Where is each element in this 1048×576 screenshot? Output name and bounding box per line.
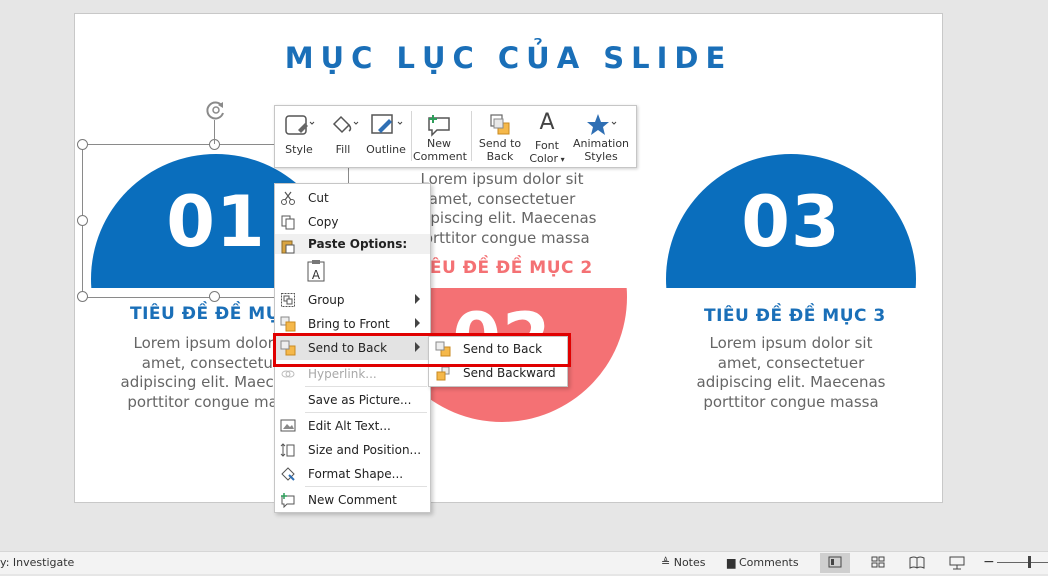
toolbar-separator: [471, 111, 472, 161]
format-shape-icon: [280, 466, 296, 482]
resize-handle-bm[interactable]: [209, 291, 220, 302]
chevron-down-icon: ▾: [558, 155, 565, 164]
resize-handle-bl[interactable]: [77, 291, 88, 302]
mini-toolbar: Style Fill Outline New Comment Send to Bac…: [274, 105, 637, 168]
link-icon: [280, 366, 296, 382]
resize-handle-tl[interactable]: [77, 139, 88, 150]
fill-button[interactable]: Fill: [323, 106, 363, 167]
section-shape-3[interactable]: 03: [666, 154, 916, 288]
menu-item-save-as-picture[interactable]: Save as Picture...: [275, 388, 430, 412]
send-backward-icon: [435, 365, 451, 381]
menu-item-edit-alt-text[interactable]: Edit Alt Text...: [275, 414, 430, 438]
highlight-annotation-box: [273, 333, 571, 367]
notes-icon: ≜: [661, 556, 671, 569]
menu-item-group[interactable]: Group: [275, 288, 430, 312]
comments-button[interactable]: ▆ Comments: [727, 556, 799, 569]
notes-button[interactable]: ≜ Notes: [661, 556, 706, 569]
zoom-slider-thumb[interactable]: [1028, 556, 1031, 568]
rotate-handle-icon[interactable]: [204, 98, 228, 122]
font-color-icon: A: [539, 110, 555, 135]
section-heading-3[interactable]: TIÊU ĐỀ ĐỀ MỤC 3: [704, 306, 886, 326]
animation-styles-button[interactable]: Animation Styles: [571, 106, 631, 167]
submenu-arrow-icon: [415, 318, 420, 328]
menu-separator: [305, 386, 427, 387]
outline-button[interactable]: Outline: [365, 106, 407, 167]
font-color-button[interactable]: A Font Color ▾: [525, 106, 569, 167]
status-text[interactable]: y: Investigate: [0, 556, 74, 569]
new-comment-icon: [280, 492, 296, 509]
paint-bucket-icon: [327, 112, 359, 141]
zoom-slider[interactable]: [997, 562, 1048, 563]
copy-icon: [280, 214, 296, 230]
size-position-icon: [280, 442, 296, 458]
menu-separator: [305, 412, 427, 413]
toolbar-separator: [411, 111, 412, 161]
section-number-3: 03: [741, 181, 841, 263]
menu-item-new-comment[interactable]: New Comment: [275, 488, 430, 512]
paste-icon: [280, 238, 296, 254]
slide-title[interactable]: MỤC LỤC CỦA SLIDE: [75, 41, 942, 75]
rotate-stem: [214, 120, 215, 144]
bring-to-front-icon: [280, 316, 296, 332]
slide-sorter-button[interactable]: [863, 553, 893, 573]
section-heading-2[interactable]: TIÊU ĐỀ ĐỀ MỤC 2: [411, 258, 593, 278]
pen-outline-icon: [369, 112, 403, 141]
normal-view-button[interactable]: [820, 553, 850, 573]
menu-separator: [305, 486, 427, 487]
reading-view-button[interactable]: [902, 553, 932, 573]
new-comment-button[interactable]: New Comment: [413, 106, 467, 167]
menu-item-copy[interactable]: Copy: [275, 210, 430, 234]
menu-item-cut[interactable]: Cut: [275, 186, 430, 210]
status-bar: y: Investigate ≜ Notes ▆ Comments −: [0, 551, 1048, 574]
style-button[interactable]: Style: [279, 106, 319, 167]
svg-text:A: A: [312, 268, 321, 282]
submenu-arrow-icon: [415, 294, 420, 304]
menu-header-paste-options: Paste Options:: [275, 234, 430, 254]
slide-show-button[interactable]: [942, 553, 972, 573]
menu-item-format-shape[interactable]: Format Shape...: [275, 462, 430, 486]
comment-icon: ▆: [727, 556, 736, 569]
alt-text-icon: [280, 418, 296, 434]
group-icon: [280, 292, 296, 308]
scissors-icon: [280, 190, 296, 206]
resize-handle-ml[interactable]: [77, 215, 88, 226]
paste-keep-text-only-icon[interactable]: A: [305, 258, 329, 284]
shape-style-icon: [283, 112, 315, 141]
menu-item-size-and-position[interactable]: Size and Position...: [275, 438, 430, 462]
send-to-back-button[interactable]: Send to Back: [475, 106, 525, 167]
section-body-3[interactable]: Lorem ipsum dolor sit amet, consectetuer…: [681, 334, 901, 412]
zoom-out-button[interactable]: −: [983, 554, 995, 570]
